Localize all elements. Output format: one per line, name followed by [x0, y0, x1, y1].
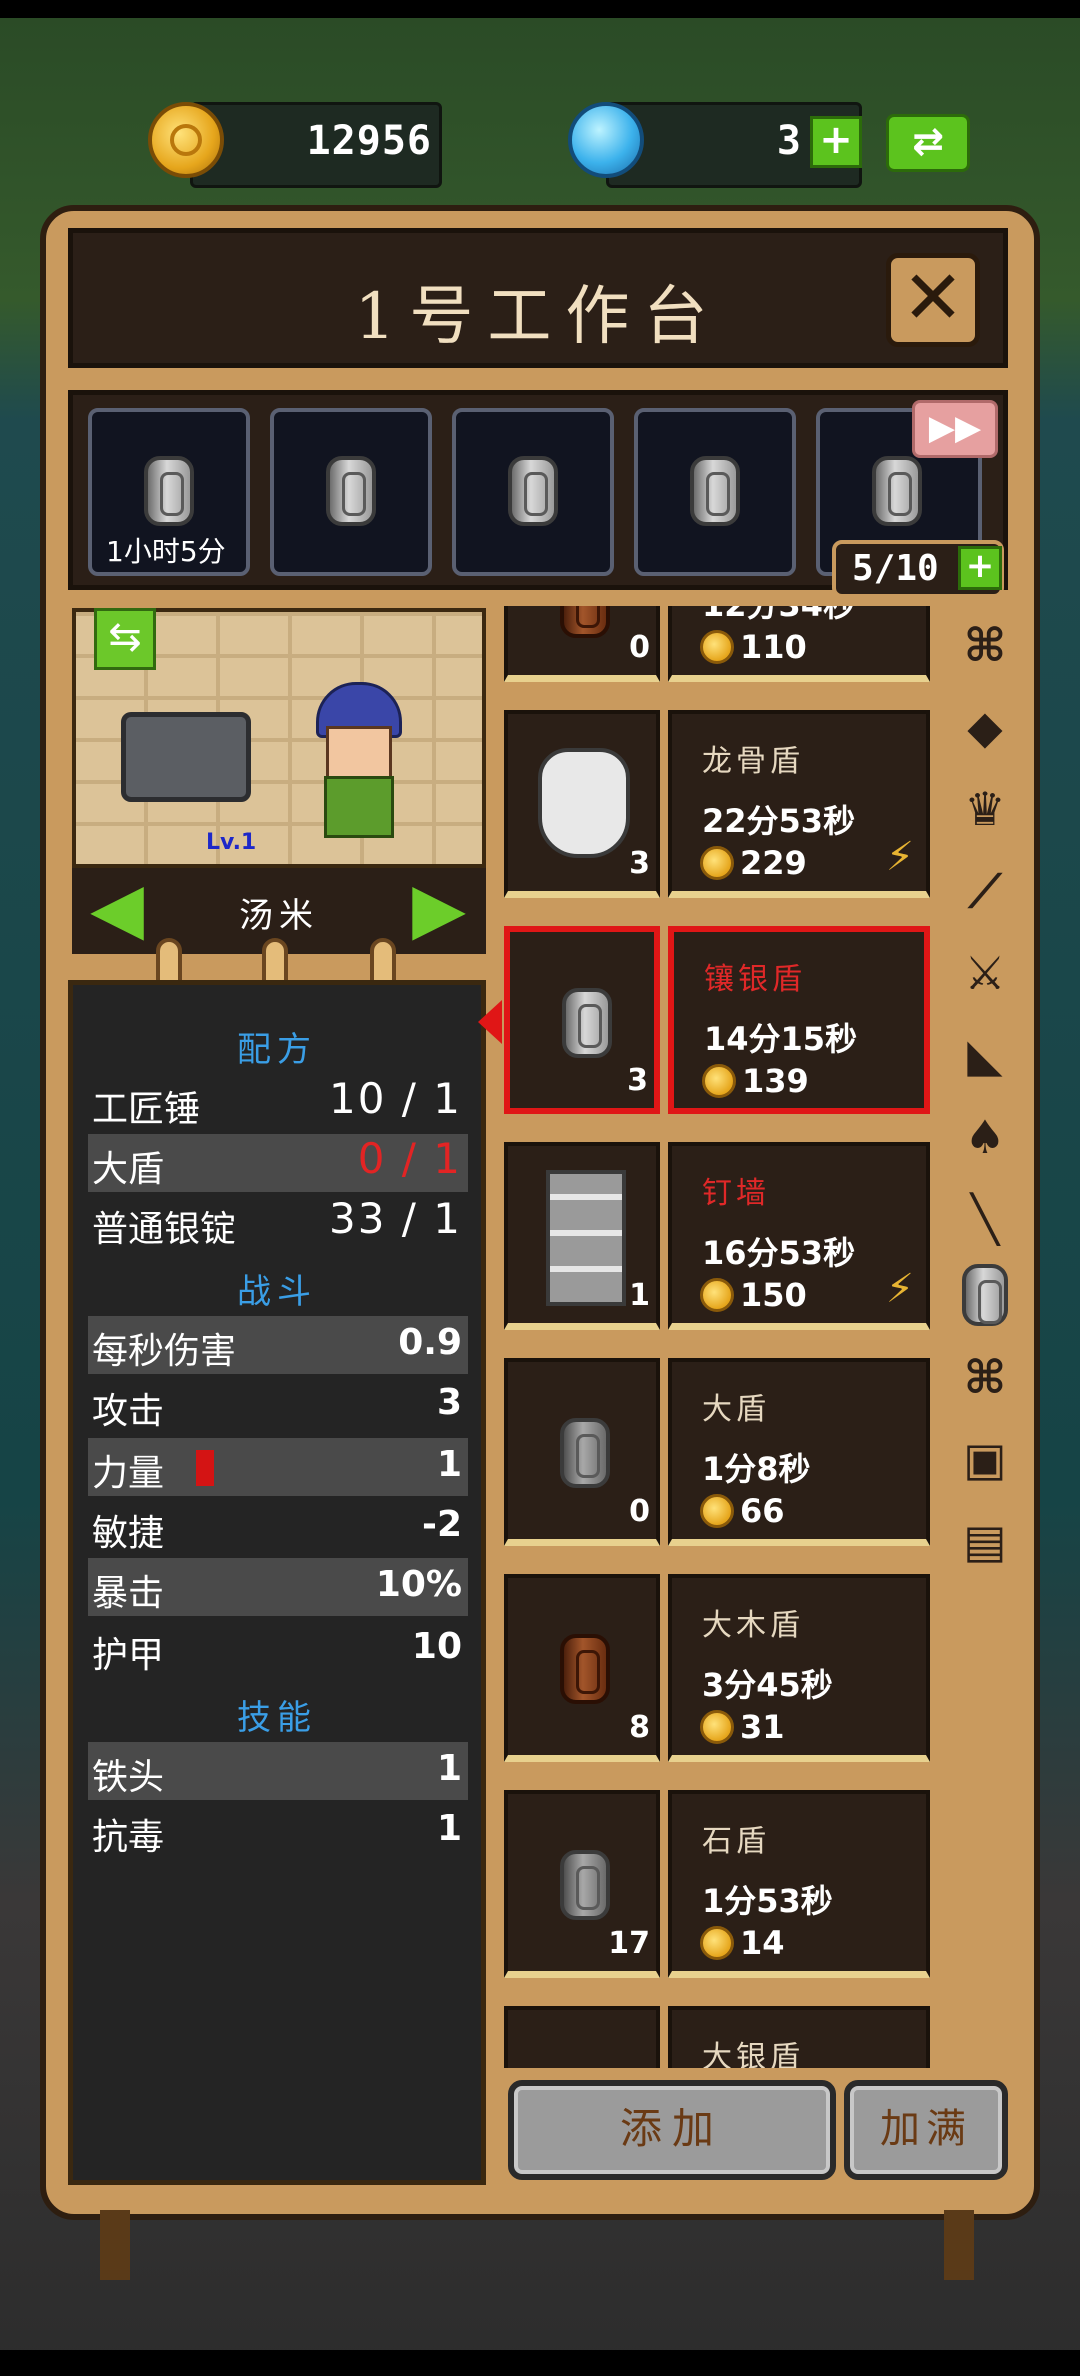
- category-armor-icon[interactable]: ▣: [954, 1428, 1016, 1490]
- fill-max-button[interactable]: 加满: [844, 2080, 1008, 2180]
- gold-coin-icon: [700, 630, 734, 664]
- stat-row: 力量 1: [88, 1438, 468, 1496]
- shield-icon: [872, 456, 922, 526]
- prev-hero-arrow-icon[interactable]: ◀: [82, 873, 152, 943]
- hero-level: Lv.1: [206, 830, 257, 855]
- list-item[interactable]: 0 12分34秒 110: [504, 606, 930, 690]
- share-icon[interactable]: ⇄: [886, 114, 970, 172]
- gold-coin-icon: [700, 1710, 734, 1744]
- recipe-row: 普通银锭 33 / 1: [92, 1194, 462, 1250]
- queue-slot-3[interactable]: [452, 408, 614, 576]
- skill-row: 抗毒 1: [92, 1808, 462, 1858]
- hero-sprite: [306, 682, 406, 838]
- category-bag-icon[interactable]: ◆: [954, 696, 1016, 758]
- combat-header: 战斗: [237, 1272, 317, 1312]
- category-sword-icon[interactable]: ⚔: [954, 942, 1016, 1004]
- category-crossbow-icon[interactable]: ⌘: [954, 614, 1016, 676]
- queue-slot-4[interactable]: [634, 408, 796, 576]
- page-title: 1号工作台: [354, 280, 722, 354]
- gold-coin-icon: [700, 1278, 734, 1312]
- shield-icon: [508, 456, 558, 526]
- category-chest-icon[interactable]: ▤: [954, 1510, 1016, 1572]
- selection-arrow-icon: [478, 1000, 502, 1044]
- status-bar: [0, 0, 1080, 18]
- wooden-shield-icon: [560, 1634, 610, 1704]
- shield-icon: [144, 456, 194, 526]
- queue-slot-2[interactable]: [270, 408, 432, 576]
- stat-row: 每秒伤害 0.9: [88, 1316, 468, 1374]
- next-hero-arrow-icon[interactable]: ▶: [404, 873, 474, 943]
- category-axe-icon[interactable]: ♠: [954, 1106, 1016, 1168]
- gold-amount: 12956: [306, 118, 432, 164]
- gold-coin-icon: [702, 1064, 736, 1098]
- skill-row: 铁头 1: [88, 1742, 468, 1800]
- stat-row: 攻击 3: [92, 1382, 462, 1432]
- dragon-skull-shield-icon: [538, 748, 630, 858]
- title-bar: 1号工作台: [68, 228, 1008, 368]
- fast-forward-button[interactable]: ▶▶: [912, 400, 998, 458]
- gold-coin-icon: [700, 846, 734, 880]
- gem-icon: [568, 102, 644, 178]
- gold-coin-icon: [700, 1926, 734, 1960]
- category-shield-icon[interactable]: [954, 1260, 1016, 1330]
- skills-header: 技能: [237, 1698, 317, 1738]
- panel-leg: [944, 2210, 974, 2280]
- spiked-wall-icon: [546, 1170, 626, 1306]
- nav-bar: [0, 2350, 1080, 2376]
- gem-amount: 3: [776, 118, 802, 164]
- gold-coin-icon: [700, 1494, 734, 1528]
- list-item-selected[interactable]: 3 镶银盾 14分15秒 139: [504, 926, 930, 1122]
- category-crown-icon[interactable]: ♛: [954, 778, 1016, 840]
- recipe-row: 工匠锤 10 / 1: [92, 1074, 462, 1130]
- shield-icon: [562, 988, 612, 1058]
- gold-coin-icon: [148, 102, 224, 178]
- close-button[interactable]: ✕: [886, 253, 980, 347]
- shield-icon: [560, 606, 610, 638]
- shield-icon: [326, 456, 376, 526]
- shield-icon: [560, 1418, 610, 1488]
- workbench-anvil: [121, 712, 251, 802]
- stat-row: 护甲 10: [92, 1626, 462, 1676]
- category-staff-icon[interactable]: ╲: [954, 1188, 1016, 1250]
- queue-capacity: 5/10: [852, 548, 939, 589]
- list-item[interactable]: 0 大盾 1分8秒 66: [504, 1358, 930, 1554]
- swap-hero-button[interactable]: ⇆: [94, 608, 156, 670]
- category-bow-icon[interactable]: ⌘: [954, 1346, 1016, 1408]
- shield-icon: [690, 456, 740, 526]
- upgrade-icon: ⚡: [885, 834, 914, 880]
- list-item[interactable]: 17 石盾 1分53秒 14: [504, 1790, 930, 1986]
- add-button[interactable]: 添加: [508, 2080, 836, 2180]
- queue-time-remaining: 1小时5分: [106, 535, 226, 568]
- recipe-row: 大盾 0 / 1: [88, 1134, 468, 1192]
- add-gem-button[interactable]: +: [810, 116, 862, 168]
- upgrade-icon: ⚡: [885, 1266, 914, 1312]
- list-item[interactable]: 1 钉墙 16分53秒 150 ⚡: [504, 1142, 930, 1338]
- stat-row: 暴击 10%: [88, 1558, 468, 1616]
- stat-row: 敏捷 -2: [92, 1504, 462, 1554]
- list-item[interactable]: 3 龙骨盾 22分53秒 229 ⚡: [504, 710, 930, 906]
- strength-bar: [196, 1450, 214, 1486]
- list-item[interactable]: 8 大木盾 3分45秒 31: [504, 1574, 930, 1770]
- category-gun-icon[interactable]: ◣: [954, 1024, 1016, 1086]
- expand-queue-button[interactable]: +: [958, 546, 1002, 590]
- item-list[interactable]: 0 12分34秒 110 3 龙骨盾 22分53秒 229 ⚡ 3 镶银盾 14…: [500, 606, 932, 2068]
- stone-shield-icon: [560, 1850, 610, 1920]
- category-dagger-icon[interactable]: ⟋: [954, 860, 1016, 922]
- panel-leg: [100, 2210, 130, 2280]
- list-item[interactable]: 大银盾: [504, 2006, 930, 2068]
- hero-name: 汤米: [239, 896, 319, 936]
- recipe-header: 配方: [237, 1030, 317, 1070]
